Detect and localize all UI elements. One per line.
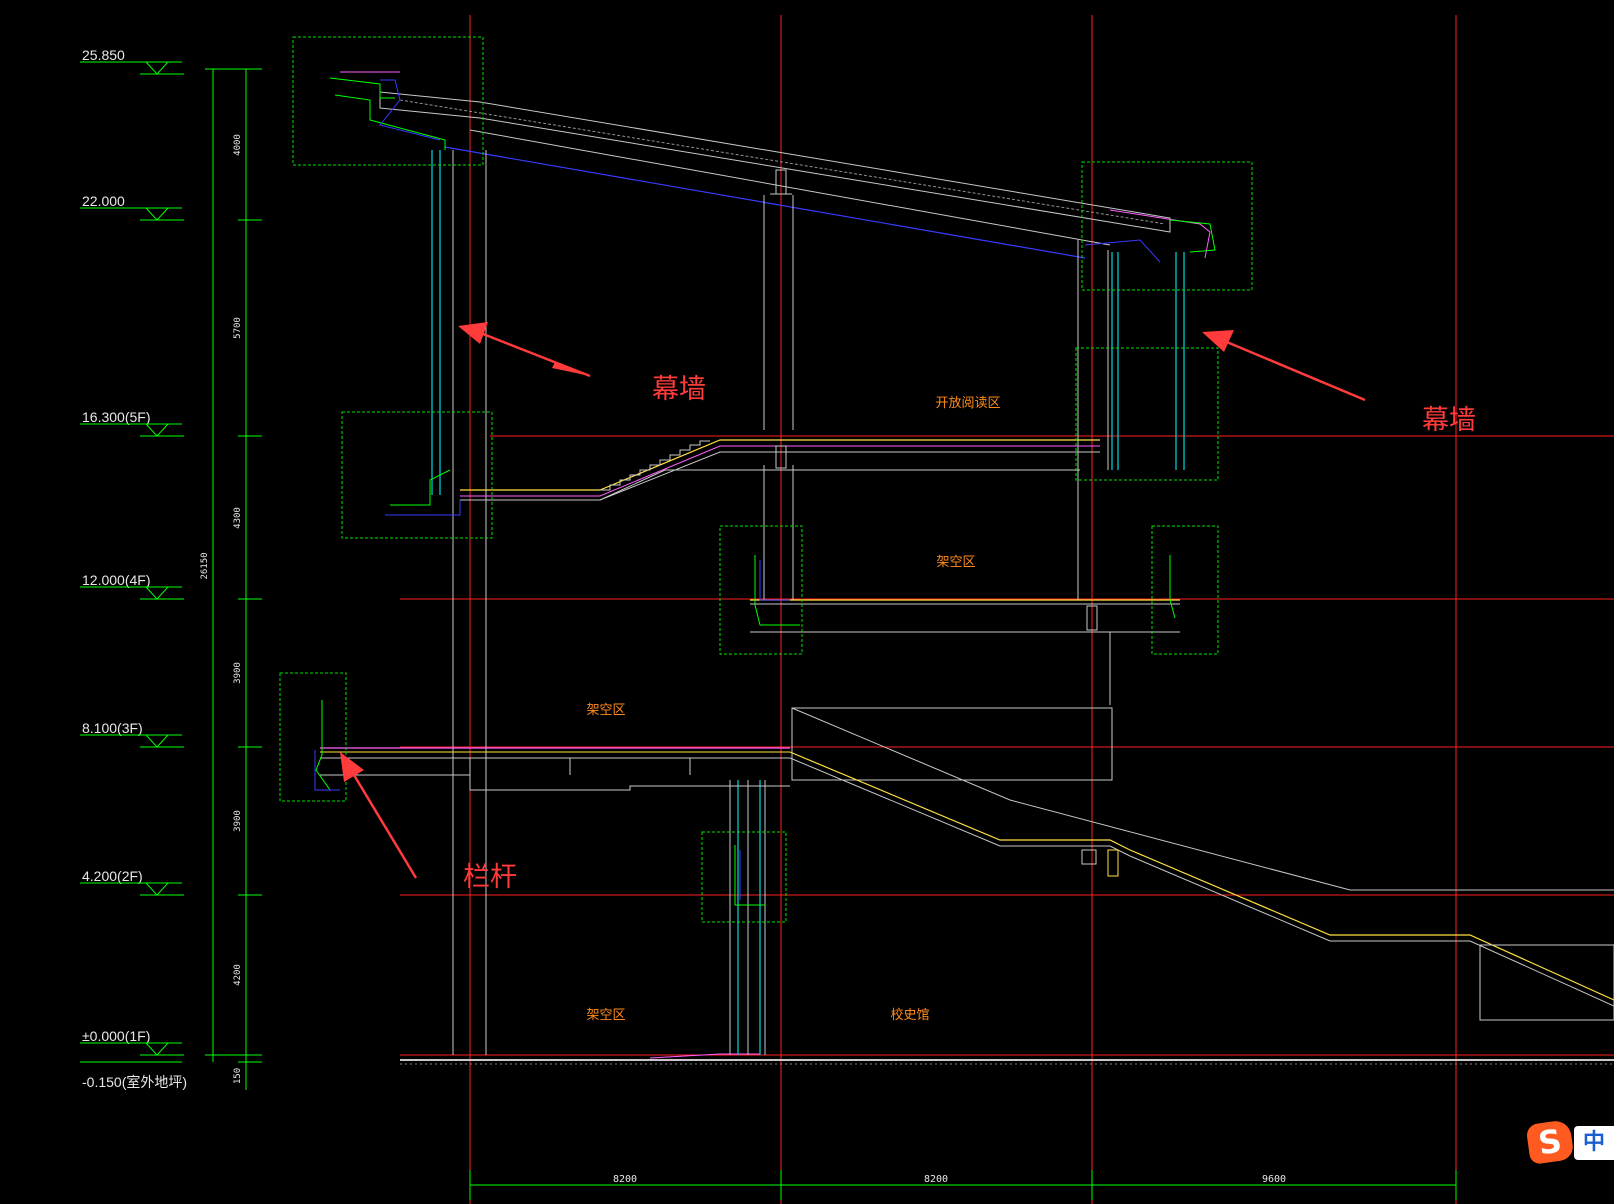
- bay-dimension-texts: 8200 8200 9600: [613, 1174, 1286, 1185]
- dim-text: 4300: [233, 507, 243, 529]
- slab-4f: [750, 599, 1180, 705]
- zone-history-hall: 校史馆: [890, 1007, 929, 1023]
- callout-curtain-wall-right: 幕墙: [1422, 405, 1476, 436]
- vertical-dimension-chain: [205, 68, 262, 1090]
- callout-railing: 栏杆: [463, 862, 517, 893]
- callout-curtain-wall-left: 幕墙: [652, 374, 706, 405]
- slab-5f: [460, 439, 1100, 501]
- roof: [379, 91, 1171, 259]
- dim-text: 4200: [233, 964, 243, 986]
- zone-overhead-5f: 架空区: [936, 555, 975, 570]
- zone-overhead-1f: 架空区: [586, 1008, 625, 1023]
- level-label: 22.000: [82, 193, 125, 209]
- level-marker: 8.100(3F): [80, 720, 184, 748]
- level-label: 16.300(5F): [82, 409, 150, 425]
- level-marker: 16.300(5F): [80, 409, 184, 437]
- level-markers: 25.850 22.000 16.300(5F) 12.000(4F) 8.10…: [80, 47, 187, 1090]
- arrow-railing: [340, 752, 418, 879]
- level-label: 4.200(2F): [82, 868, 143, 884]
- level-label: 25.850: [82, 47, 125, 63]
- dim-text: 4000: [233, 134, 243, 156]
- level-label: -0.150(室外地坪): [82, 1074, 187, 1090]
- section-drawing: 25.850 22.000 16.300(5F) 12.000(4F) 8.10…: [80, 15, 1614, 1204]
- bay-dim-text: 8200: [613, 1174, 637, 1185]
- arrow-curtain-wall-left: [458, 322, 591, 378]
- zone-overhead-3f: 架空区: [586, 703, 625, 718]
- total-dim-text: 26150: [200, 552, 210, 579]
- axis-lines: [400, 15, 1614, 1204]
- sogou-logo-icon: S: [1525, 1119, 1575, 1165]
- level-marker: ±0.000(1F): [80, 1028, 184, 1063]
- level-label: 12.000(4F): [82, 572, 150, 588]
- level-marker: 22.000: [80, 193, 184, 221]
- detail-frames: [279, 36, 1253, 923]
- curtain-walls: [431, 150, 1185, 1055]
- level-marker: 25.850: [80, 47, 184, 75]
- ime-status-badge[interactable]: S 中: [1525, 1118, 1614, 1165]
- level-label: 8.100(3F): [82, 720, 143, 736]
- vertical-dimension-texts: 4000 5700 4300 3900 3900 4200 150 26150: [200, 134, 243, 1084]
- level-label: ±0.000(1F): [82, 1028, 150, 1044]
- bay-dim-text: 8200: [924, 1174, 948, 1185]
- ime-mode-toggle[interactable]: 中: [1574, 1126, 1614, 1160]
- bay-dim-text: 9600: [1262, 1174, 1286, 1185]
- dim-text: 150: [233, 1068, 243, 1084]
- level-marker: 12.000(4F): [80, 572, 184, 600]
- zone-open-reading: 开放阅读区: [935, 396, 1000, 411]
- dim-text: 3900: [233, 810, 243, 832]
- arrow-curtain-wall-right: [1202, 330, 1366, 402]
- dim-text: 3900: [233, 662, 243, 684]
- level-marker: 4.200(2F): [80, 868, 184, 896]
- dim-text: 5700: [233, 317, 243, 339]
- level-marker: -0.150(室外地坪): [82, 1074, 187, 1090]
